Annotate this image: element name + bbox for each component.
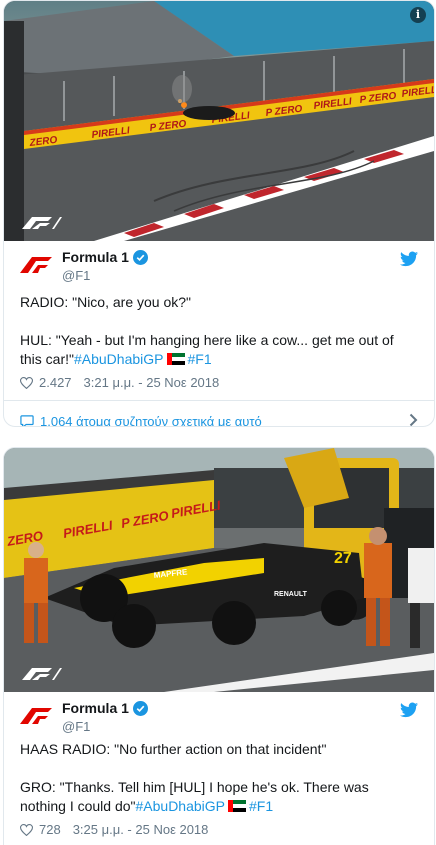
tweet-text: HAAS RADIO: "No further action on that i… [4,740,434,816]
author-name[interactable]: Formula 1 [62,700,129,716]
like-count[interactable]: 728 [39,822,61,837]
speech-bubble-icon [20,414,34,426]
car-recovery-image: ZERO PIRELLI P ZERO PIRELLI MAPFRE 27 RE… [4,448,434,692]
hashtag-link[interactable]: #AbuDhabiGP [74,351,164,367]
verified-badge-icon [132,249,148,265]
hashtag-link[interactable]: #F1 [249,798,273,814]
heart-icon[interactable] [20,823,33,836]
uae-flag-icon [166,353,185,365]
car-number-text: 27 [334,550,352,567]
author-handle[interactable]: @F1 [62,268,90,283]
tweet-text-line: HAAS RADIO: "No further action on that i… [20,741,327,757]
car-brand-text: RENAULT [274,591,308,598]
twitter-bird-icon[interactable] [400,702,418,718]
uae-flag-icon [228,800,247,812]
conversation-text[interactable]: 1.064 άτομα συζητούν σχετικά με αυτό [40,414,262,427]
tweet-card[interactable]: ZERO PIRELLI P ZERO PIRELLI MAPFRE 27 RE… [3,447,435,845]
conversation-link[interactable]: 1.064 άτομα συζητούν σχετικά με αυτό [4,401,434,427]
tweet-photo[interactable]: ZERO PIRELLI P ZERO PIRELLI MAPFRE 27 RE… [4,448,434,692]
author-handle[interactable]: @F1 [62,719,90,734]
tweet-photo[interactable]: ZERO PIRELLI P ZERO PIRELLI P ZERO PIREL… [4,1,434,241]
verified-badge-icon [132,700,148,716]
heart-icon[interactable] [20,376,33,389]
hashtag-link[interactable]: #F1 [188,351,212,367]
tweet-header: Formula 1 @F1 [4,692,434,736]
crash-scene-image: ZERO PIRELLI P ZERO PIRELLI P ZERO PIREL… [4,1,434,241]
tweet-card[interactable]: ZERO PIRELLI P ZERO PIRELLI P ZERO PIREL… [3,0,435,427]
f1-avatar-icon[interactable] [20,704,52,724]
f1-avatar-icon[interactable] [20,253,52,273]
twitter-bird-icon[interactable] [400,251,418,267]
tweet-text: RADIO: "Nico, are you ok?" HUL: "Yeah - … [4,293,434,369]
tweet-text-line: RADIO: "Nico, are you ok?" [20,294,192,310]
f1-logo-icon [22,668,62,680]
chevron-right-icon[interactable] [409,413,418,427]
f1-logo-icon [22,217,62,229]
tweet-meta: 728 3:25 μ.μ. - 25 Νοε 2018 [4,816,434,837]
author-name[interactable]: Formula 1 [62,249,129,265]
timestamp[interactable]: 3:25 μ.μ. - 25 Νοε 2018 [73,822,209,837]
timestamp[interactable]: 3:21 μ.μ. - 25 Νοε 2018 [84,375,220,390]
tweet-header: Formula 1 @F1 [4,241,434,285]
hashtag-link[interactable]: #AbuDhabiGP [136,798,226,814]
info-icon[interactable]: i [410,7,426,23]
tweet-meta: 2.427 3:21 μ.μ. - 25 Νοε 2018 [4,369,434,390]
like-count[interactable]: 2.427 [39,375,72,390]
